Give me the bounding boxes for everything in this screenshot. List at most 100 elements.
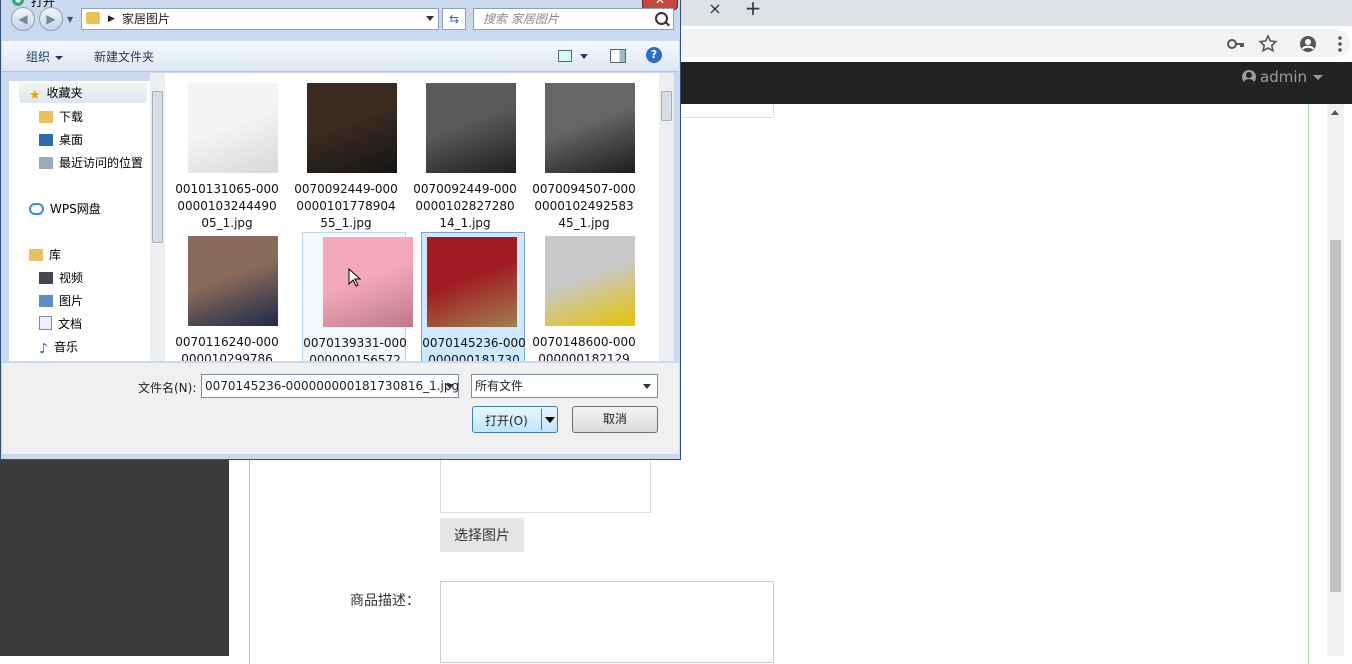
file-name: 0070148600-000000000182129 <box>532 335 636 361</box>
file-thumbnail <box>545 83 635 173</box>
file-name: 0070092449-000000010177890455_1.jpg <box>294 182 398 230</box>
organize-menu[interactable]: 组织 <box>26 48 64 65</box>
split-divider <box>541 409 542 430</box>
video-icon <box>39 272 53 284</box>
file-name: 0010131065-000000010324449005_1.jpg <box>175 182 279 230</box>
menu-icon[interactable] <box>1330 34 1350 54</box>
breadcrumb-folder[interactable]: 家居图片 <box>122 9 170 29</box>
file-name: 0070116240-000000010299786 <box>175 335 279 361</box>
downloads-folder-icon <box>39 111 53 123</box>
file-list-scrollbar[interactable] <box>659 73 674 361</box>
chevron-down-icon <box>643 384 651 389</box>
refresh-button[interactable]: ⇆ <box>442 8 466 30</box>
profile-icon[interactable] <box>1298 34 1318 54</box>
file-thumbnail <box>323 237 413 327</box>
file-thumbnail <box>545 236 635 326</box>
file-item[interactable]: 0070094507-000000010249258345_1.jpg <box>532 79 636 230</box>
nav-downloads[interactable]: 下载 <box>39 108 83 125</box>
scrollbar-thumb[interactable] <box>1330 240 1341 592</box>
search-input[interactable]: 搜索 家居图片 <box>473 8 674 30</box>
new-tab-button[interactable]: + <box>744 0 762 19</box>
file-thumbnail <box>188 83 278 173</box>
scrollbar-thumb[interactable] <box>152 91 163 243</box>
cancel-button[interactable]: 取消 <box>572 406 658 433</box>
command-bar: 组织 新建文件夹 ? <box>2 41 679 72</box>
nav-wps[interactable]: WPS网盘 <box>29 200 101 217</box>
user-menu[interactable]: admin <box>1242 68 1323 86</box>
file-thumbnail <box>307 83 397 173</box>
file-item[interactable]: 0010131065-000000010324449005_1.jpg <box>175 79 279 230</box>
nav-videos[interactable]: 视频 <box>39 269 83 286</box>
file-item[interactable]: 0070092449-000000010177890455_1.jpg <box>294 79 398 230</box>
open-button[interactable]: 打开(O) <box>472 406 558 433</box>
file-item-selected[interactable]: 0070145236-000000000181730 <box>421 232 526 361</box>
nav-music-label: 音乐 <box>53 340 78 354</box>
description-label: 商品描述： <box>350 593 420 609</box>
search-icon <box>655 12 668 25</box>
file-type-select[interactable]: 所有文件 <box>471 374 658 398</box>
address-bar[interactable] <box>682 29 1350 57</box>
star-icon[interactable] <box>1258 34 1278 54</box>
scrollbar-thumb[interactable] <box>661 91 672 121</box>
recent-locations-chevron-icon[interactable]: ▼ <box>67 15 73 24</box>
file-name: 0070094507-000000010249258345_1.jpg <box>532 182 636 230</box>
new-folder-button[interactable]: 新建文件夹 <box>94 48 154 65</box>
filename-value: 0070145236-000000000181730816_1.jpg <box>205 379 459 393</box>
mouse-cursor-icon <box>348 268 362 287</box>
nav-pictures-label: 图片 <box>59 294 84 308</box>
nav-downloads-label: 下载 <box>59 110 84 124</box>
nav-pictures[interactable]: 图片 <box>39 292 83 309</box>
help-icon[interactable]: ? <box>646 47 662 63</box>
view-mode-icon[interactable] <box>558 50 572 62</box>
open-options-dropdown-icon[interactable] <box>545 417 555 423</box>
nav-wps-label: WPS网盘 <box>50 202 101 216</box>
description-textarea[interactable] <box>440 581 774 663</box>
filename-label: 文件名(N): <box>138 381 197 395</box>
nav-documents[interactable]: 文档 <box>39 315 82 332</box>
nav-recent-label: 最近访问的位置 <box>59 156 144 170</box>
file-item[interactable]: 0070092449-000000010282728014_1.jpg <box>413 79 517 230</box>
key-icon[interactable] <box>1226 34 1246 54</box>
chevron-down-icon <box>55 55 64 60</box>
view-dropdown-icon[interactable] <box>580 54 588 59</box>
back-button[interactable]: ◀ <box>11 7 35 31</box>
file-type-value: 所有文件 <box>475 379 524 393</box>
open-button-label: 打开(O) <box>485 414 528 428</box>
organize-label: 组织 <box>26 50 51 64</box>
nav-library[interactable]: 库 <box>29 246 61 263</box>
file-name: 0070092449-000000010282728014_1.jpg <box>413 182 517 230</box>
file-thumbnail <box>426 83 516 173</box>
page-scrollbar[interactable] <box>1327 104 1344 656</box>
forward-button[interactable]: ▶ <box>39 7 63 31</box>
file-item-hovered[interactable]: 0070139331-000000000156572 <box>302 232 413 361</box>
scroll-up-icon[interactable] <box>1331 110 1339 115</box>
file-item[interactable]: 0070148600-000000000182129 <box>532 232 636 361</box>
nav-pane-scrollbar[interactable] <box>150 73 165 361</box>
filename-input[interactable]: 0070145236-000000000181730816_1.jpg <box>201 374 459 398</box>
nav-documents-label: 文档 <box>58 317 83 331</box>
file-item[interactable]: 0070116240-000000010299786 <box>175 232 279 361</box>
breadcrumb-arrow-icon[interactable]: ▶ <box>108 9 115 29</box>
recent-places-icon <box>39 157 53 169</box>
user-name: admin <box>1260 68 1307 86</box>
nav-desktop[interactable]: 桌面 <box>39 131 83 148</box>
nav-music[interactable]: ♪ 音乐 <box>39 338 78 357</box>
file-name: 0070145236-000000000181730 <box>422 336 526 361</box>
chevron-down-icon <box>1313 74 1323 80</box>
desktop-icon <box>39 134 53 146</box>
close-tab-button[interactable]: × <box>706 0 724 19</box>
star-icon: ★ <box>29 88 41 103</box>
chrome-app-icon <box>12 0 24 6</box>
navigation-pane: ★ 收藏夹 下载 桌面 最近访问的位置 WPS网盘 库 视频 图片 文档 ♪ 音乐 <box>9 81 150 361</box>
preview-pane-icon[interactable] <box>610 49 626 63</box>
nav-favorites[interactable]: ★ 收藏夹 <box>19 83 147 103</box>
filename-dropdown-icon[interactable] <box>446 384 454 389</box>
path-bar[interactable]: ▶ 家居图片 <box>81 8 439 30</box>
path-dropdown-icon[interactable] <box>426 16 434 21</box>
open-file-dialog: 打开 ✕ ◀ ▶ ▼ ▶ 家居图片 ⇆ 搜索 家居图片 组织 新建文件夹 ? ★… <box>0 0 681 460</box>
library-icon <box>29 249 43 261</box>
nav-recent[interactable]: 最近访问的位置 <box>39 154 143 171</box>
document-icon <box>39 316 52 330</box>
select-image-button[interactable]: 选择图片 <box>440 518 524 552</box>
form-field-box <box>682 104 774 118</box>
